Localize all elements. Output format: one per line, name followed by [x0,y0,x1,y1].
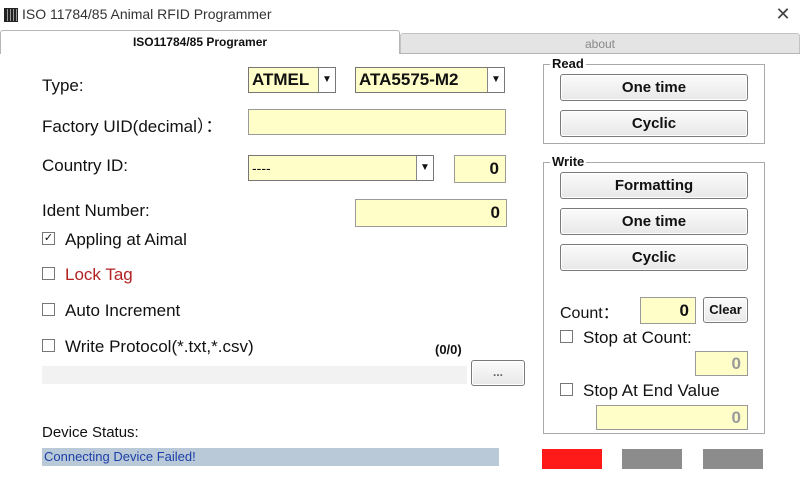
protocol-counter: (0/0) [435,342,462,357]
stop-at-count-label: Stop at Count: [583,328,692,347]
read-group-title: Read [550,56,586,71]
clear-button[interactable]: Clear [703,297,748,323]
stop-at-count-checkbox[interactable] [560,330,573,344]
stop-at-end-input[interactable]: 0 [596,405,748,430]
stop-at-count-input[interactable]: 0 [695,351,748,376]
stop-at-count-option[interactable]: Stop at Count: [560,328,692,348]
stop-at-end-label: Stop At End Value [583,381,720,400]
status-light-red [542,449,602,469]
chevron-down-icon[interactable]: ▼ [318,68,335,92]
auto-increment-label: Auto Increment [65,301,181,320]
read-one-time-button[interactable]: One time [560,74,748,101]
country-id-select-value: ---- [252,160,271,176]
appling-checkbox[interactable]: ✓ [42,232,55,246]
lock-tag-label: Lock Tag [65,265,133,284]
lock-tag-option[interactable]: Lock Tag [42,265,133,285]
manufacturer-select[interactable]: ATMEL ▼ [248,67,336,93]
close-icon[interactable]: ✕ [768,2,798,28]
status-light-gray [622,449,682,469]
write-one-time-button[interactable]: One time [560,208,748,235]
appling-at-animal-option[interactable]: ✓ Appling at Aimal [42,230,187,250]
device-status-message: Connecting Device Failed! [42,448,499,466]
country-id-select[interactable]: ---- ▼ [248,155,434,181]
write-cyclic-button[interactable]: Cyclic [560,244,748,271]
chevron-down-icon[interactable]: ▼ [416,156,433,180]
ident-number-input[interactable]: 0 [355,199,507,227]
chip-select[interactable]: ATA5575-M2 ▼ [355,67,505,93]
chevron-down-icon[interactable]: ▼ [487,68,504,92]
write-protocol-checkbox[interactable] [42,339,55,353]
lock-tag-checkbox[interactable] [42,267,55,281]
write-protocol-label: Write Protocol(*.txt,*.csv) [65,337,254,356]
factory-uid-input[interactable] [248,109,506,135]
formatting-button[interactable]: Formatting [560,172,748,199]
chip-value: ATA5575-M2 [359,70,459,89]
read-cyclic-button[interactable]: Cyclic [560,110,748,137]
write-group-title: Write [550,154,587,169]
count-label: Count： [560,305,619,322]
stop-at-end-checkbox[interactable] [560,383,573,397]
auto-increment-option[interactable]: Auto Increment [42,301,180,321]
status-light-gray-2 [703,449,763,469]
country-id-label: Country ID: [42,156,128,175]
count-input[interactable]: 0 [640,297,696,324]
ident-number-label: Ident Number: [42,201,150,220]
write-protocol-option[interactable]: Write Protocol(*.txt,*.csv) [42,337,254,357]
title-bar: ISO 11784/85 Animal RFID Programmer ✕ [0,0,800,30]
window-title: ISO 11784/85 Animal RFID Programmer [22,6,272,22]
type-label: Type: [42,76,84,95]
factory-uid-label: Factory UID(decimal）： [42,117,223,136]
browse-button[interactable]: ... [471,360,525,386]
country-id-input[interactable]: 0 [454,155,506,183]
device-status-label: Device Status: [42,424,139,441]
tab-about[interactable]: about [400,33,800,53]
manufacturer-value: ATMEL [252,70,310,89]
tab-programmer[interactable]: ISO11784/85 Programer [0,30,400,54]
app-icon [4,8,18,22]
auto-increment-checkbox[interactable] [42,303,55,317]
tab-divider [400,53,800,54]
appling-label: Appling at Aimal [65,230,187,249]
stop-at-end-option[interactable]: Stop At End Value [560,381,720,401]
protocol-path-field[interactable] [42,366,467,384]
